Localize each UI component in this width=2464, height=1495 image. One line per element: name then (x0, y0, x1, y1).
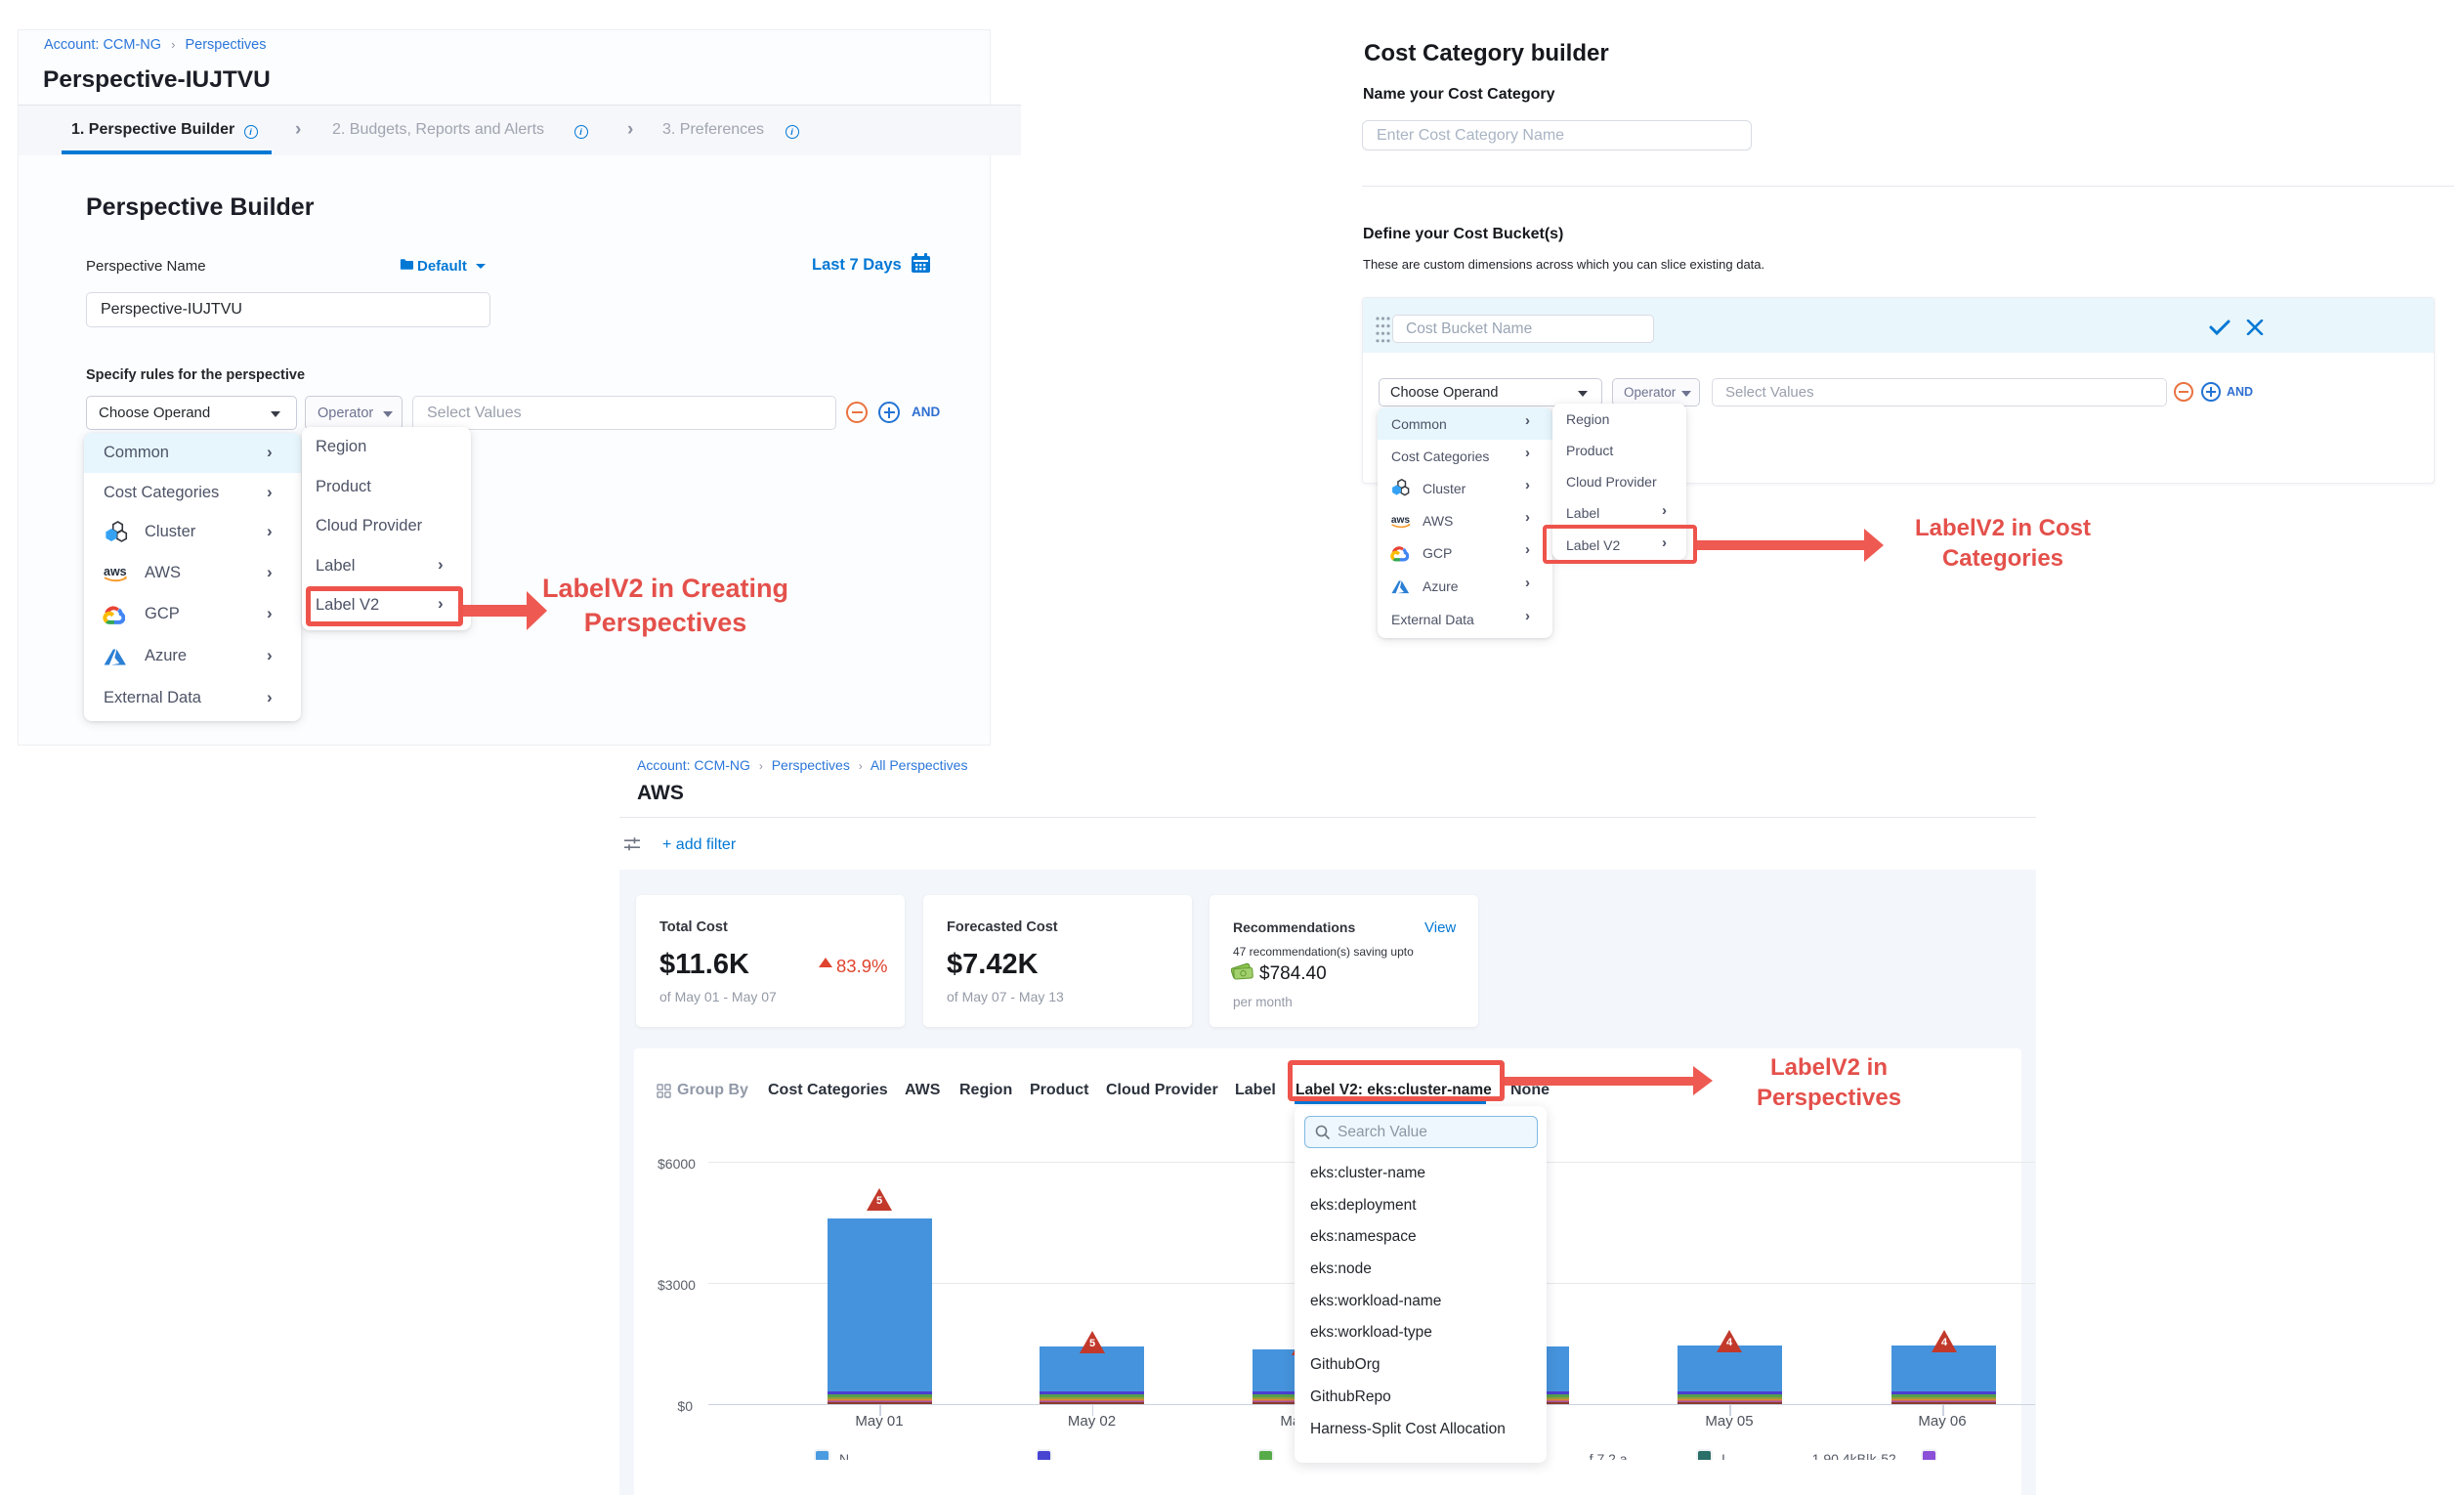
svg-text:aws: aws (1391, 515, 1411, 526)
svg-text:aws: aws (104, 565, 127, 578)
